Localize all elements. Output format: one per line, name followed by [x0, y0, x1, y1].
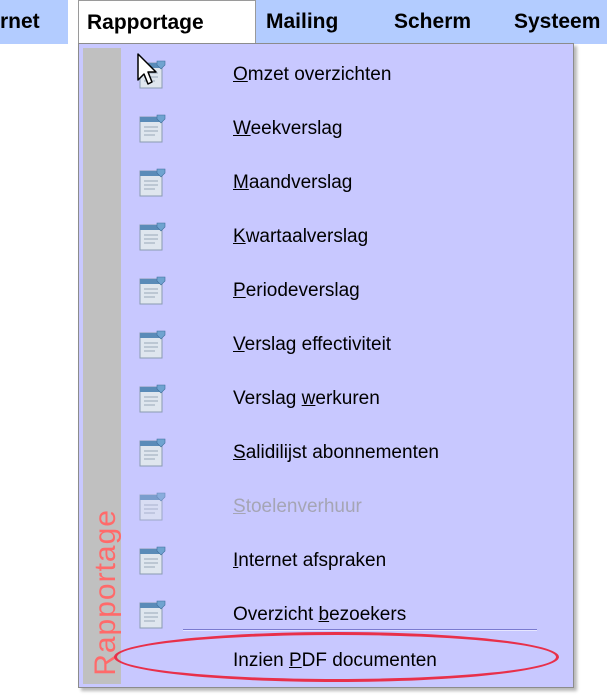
- report-document-icon: [139, 221, 167, 251]
- report-document-icon: [139, 545, 167, 575]
- menu-item-label: Internet afspraken: [233, 550, 387, 571]
- menu-item[interactable]: Maandverslag: [123, 156, 573, 210]
- report-document-icon: [139, 491, 167, 521]
- menu-item[interactable]: Salidilijst abonnementen: [123, 426, 573, 480]
- menu-internet[interactable]: rnet: [0, 0, 68, 44]
- menu-rapportage[interactable]: Rapportage: [78, 0, 256, 44]
- menu-item[interactable]: Periodeverslag: [123, 264, 573, 318]
- menu-item-label: Kwartaalverslag: [233, 226, 369, 247]
- menu-mailing[interactable]: Mailing: [256, 0, 382, 44]
- menu-bar: rnet Rapportage Mailing Scherm Systeem: [0, 0, 607, 44]
- menu-item[interactable]: Omzet overzichten: [123, 48, 573, 102]
- menu-sidebar: Rapportage: [83, 48, 122, 684]
- menu-item-label: Stoelenverhuur: [233, 496, 362, 517]
- menu-item-label: Omzet overzichten: [233, 64, 392, 85]
- menu-systeem[interactable]: Systeem: [504, 0, 607, 44]
- menu-item[interactable]: Inzien PDF documenten: [123, 634, 573, 688]
- menu-separator: [183, 629, 537, 631]
- sidebar-label: Rapportage: [89, 509, 122, 676]
- menu-item-label: Verslag werkuren: [233, 388, 380, 409]
- menu-item: Stoelenverhuur: [123, 480, 573, 534]
- menu-item[interactable]: Verslag werkuren: [123, 372, 573, 426]
- menu-item[interactable]: Internet afspraken: [123, 534, 573, 588]
- menu-item-label: Weekverslag: [233, 118, 343, 139]
- report-document-icon: [139, 113, 167, 143]
- menu-item[interactable]: Weekverslag: [123, 102, 573, 156]
- menu-scherm[interactable]: Scherm: [382, 0, 504, 44]
- menu-item-label: Salidilijst abonnementen: [233, 442, 439, 463]
- report-document-icon: [139, 329, 167, 359]
- menu-item-label: Periodeverslag: [233, 280, 360, 301]
- report-document-icon: [139, 599, 167, 629]
- report-document-icon: [139, 437, 167, 467]
- report-document-icon: [139, 167, 167, 197]
- report-document-icon: [139, 275, 167, 305]
- menu-item[interactable]: Verslag effectiviteit: [123, 318, 573, 372]
- menu-item-label: Inzien PDF documenten: [233, 650, 437, 671]
- report-document-icon: [139, 59, 167, 89]
- report-document-icon: [139, 383, 167, 413]
- menu-item[interactable]: Kwartaalverslag: [123, 210, 573, 264]
- menu-item-label: Maandverslag: [233, 172, 353, 193]
- rapportage-dropdown: Rapportage Omzet overzichten Weekverslag…: [78, 43, 574, 688]
- menu-item-label: Verslag effectiviteit: [233, 334, 392, 355]
